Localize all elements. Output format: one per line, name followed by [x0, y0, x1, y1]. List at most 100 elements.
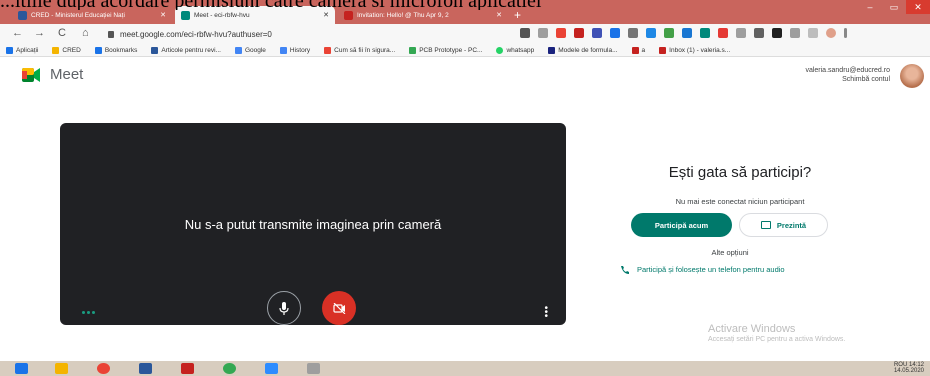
taskbar-word[interactable]: [130, 361, 160, 376]
camera-indicator-icon[interactable]: [520, 28, 530, 38]
site-icon: [151, 46, 159, 54]
account-avatar[interactable]: [900, 64, 924, 88]
extension-icon[interactable]: [754, 28, 764, 38]
apps-grid-icon: [6, 46, 13, 54]
back-button[interactable]: ←: [12, 27, 23, 39]
tab-title: Invitation: Hello! @ Thu Apr 9, 2: [357, 11, 449, 19]
extension-icon[interactable]: [736, 28, 746, 38]
tab-title: CRED - Ministerul Educației Nați: [31, 11, 125, 19]
star-icon: [94, 46, 102, 54]
tab-close-icon[interactable]: ✕: [323, 11, 329, 19]
extension-icon[interactable]: [808, 28, 818, 38]
forward-button[interactable]: →: [34, 27, 45, 39]
bookmark-label: a: [641, 46, 646, 54]
browser-toolbar: ← → C ⌂ meet.google.com/eci-rbfw-hvu?aut…: [0, 24, 930, 44]
tab-close-icon[interactable]: ✕: [160, 11, 166, 19]
bookmark-item[interactable]: CRED: [52, 46, 81, 54]
microphone-icon: [279, 301, 289, 315]
address-bar[interactable]: meet.google.com/eci-rbfw-hvu?authuser=0: [108, 26, 548, 42]
more-options-icon[interactable]: • • •: [544, 304, 548, 322]
switch-account-link[interactable]: Schimbă contul: [805, 75, 890, 84]
bookmark-item[interactable]: whatsapp: [496, 46, 535, 54]
bookmark-label: Bookmarks: [104, 46, 138, 54]
profile-avatar-icon[interactable]: [826, 28, 836, 38]
app-icon: [180, 363, 194, 374]
taskbar-app[interactable]: [172, 361, 202, 376]
bookmark-label: Aplicații: [16, 46, 39, 54]
meet-logo[interactable]: Meet: [22, 66, 83, 83]
phone-link-label: Participă și folosește un telefon pentru…: [637, 265, 785, 274]
join-now-button[interactable]: Participă acum: [631, 213, 732, 237]
bookmark-item[interactable]: PCB Prototype - PC...: [409, 46, 482, 54]
present-icon: [760, 221, 771, 229]
taskbar-chrome-2[interactable]: [214, 361, 244, 376]
extension-icon[interactable]: [646, 28, 656, 38]
extension-icon[interactable]: [610, 28, 620, 38]
extension-icon[interactable]: [628, 28, 638, 38]
bookmark-item[interactable]: Modele de formula...: [548, 46, 618, 54]
taskbar-app[interactable]: [298, 361, 328, 376]
bookmark-item[interactable]: Inbox (1) - valeria.s...: [659, 46, 731, 54]
star-icon[interactable]: [538, 28, 548, 38]
camera-off-icon: [332, 302, 345, 314]
bookmark-label: History: [289, 46, 311, 54]
bookmark-label: Modele de formula...: [558, 46, 618, 54]
url-text: meet.google.com/eci-rbfw-hvu?authuser=0: [120, 29, 272, 39]
bookmark-label: Inbox (1) - valeria.s...: [669, 46, 731, 54]
tab-title: Meet - eci-rbfw-hvu: [194, 11, 250, 19]
word-icon: [138, 363, 152, 374]
lock-icon: [108, 30, 114, 38]
activate-windows-subtitle: Accesați setări PC pentru a activa Windo…: [708, 336, 846, 343]
join-with-phone-link[interactable]: Participă și folosește un telefon pentru…: [620, 265, 785, 274]
extension-icon[interactable]: [772, 28, 782, 38]
home-button[interactable]: ⌂: [82, 27, 89, 39]
chrome-menu-icon[interactable]: [844, 28, 847, 38]
chrome-icon: [222, 363, 236, 374]
bookmark-item[interactable]: Articole pentru revi...: [151, 46, 221, 54]
camera-toggle-button[interactable]: [322, 291, 356, 325]
app-icon: [306, 363, 320, 374]
taskbar-chrome[interactable]: [88, 361, 118, 376]
microphone-toggle-button[interactable]: [267, 291, 301, 325]
opera-icon[interactable]: [574, 28, 584, 38]
bookmark-item[interactable]: Bookmarks: [94, 46, 138, 54]
history-icon: [279, 46, 287, 54]
folder-icon: [52, 46, 60, 54]
bookmark-label: Articole pentru revi...: [161, 46, 221, 54]
audio-level-icon: [82, 311, 95, 314]
bookmark-label: Google: [244, 46, 266, 54]
extension-icon[interactable]: [592, 28, 602, 38]
bookmark-item[interactable]: Aplicații: [6, 46, 39, 54]
system-tray[interactable]: ROU 14:12 14.05.2020: [894, 362, 924, 374]
whatsapp-icon: [496, 46, 504, 54]
caption-text: ...itiile după acordare permisiuni către…: [0, 0, 930, 10]
camera-error-message: Nu s-a putut transmite imaginea prin cam…: [184, 217, 442, 232]
meet-wordmark: Meet: [50, 66, 84, 83]
extension-icon[interactable]: [556, 28, 566, 38]
phone-icon: [621, 266, 629, 274]
bookmark-item[interactable]: a: [631, 46, 646, 54]
extension-icon[interactable]: [718, 28, 728, 38]
present-label: Prezintă: [776, 220, 807, 230]
bookmark-label: whatsapp: [506, 46, 535, 54]
extension-icons: [520, 28, 847, 38]
chrome-icon: [96, 363, 110, 374]
site-icon: [324, 46, 332, 54]
present-button[interactable]: Prezintă: [739, 213, 828, 237]
bookmark-label: CRED: [62, 46, 81, 54]
extension-icon[interactable]: [700, 28, 710, 38]
bookmark-item[interactable]: Google: [234, 46, 266, 54]
reload-button[interactable]: C: [58, 27, 66, 39]
bookmark-item[interactable]: History: [279, 46, 311, 54]
tab-close-icon[interactable]: ✕: [496, 11, 502, 19]
taskbar-file-explorer[interactable]: [46, 361, 76, 376]
extension-icon[interactable]: [682, 28, 692, 38]
extension-icon[interactable]: [664, 28, 674, 38]
extension-icon[interactable]: [790, 28, 800, 38]
new-tab-button[interactable]: +: [514, 8, 521, 22]
video-icon: [264, 363, 278, 374]
taskbar-zoom[interactable]: [256, 361, 286, 376]
meet-favicon-icon: [181, 10, 190, 20]
start-button[interactable]: [6, 361, 36, 376]
bookmark-item[interactable]: Cum să fii în sigura...: [324, 46, 395, 54]
